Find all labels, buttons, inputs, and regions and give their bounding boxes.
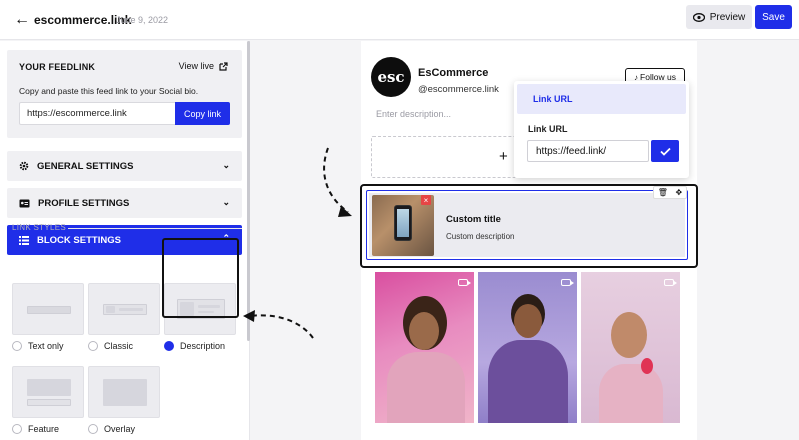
annotation-arrows	[243, 147, 352, 339]
